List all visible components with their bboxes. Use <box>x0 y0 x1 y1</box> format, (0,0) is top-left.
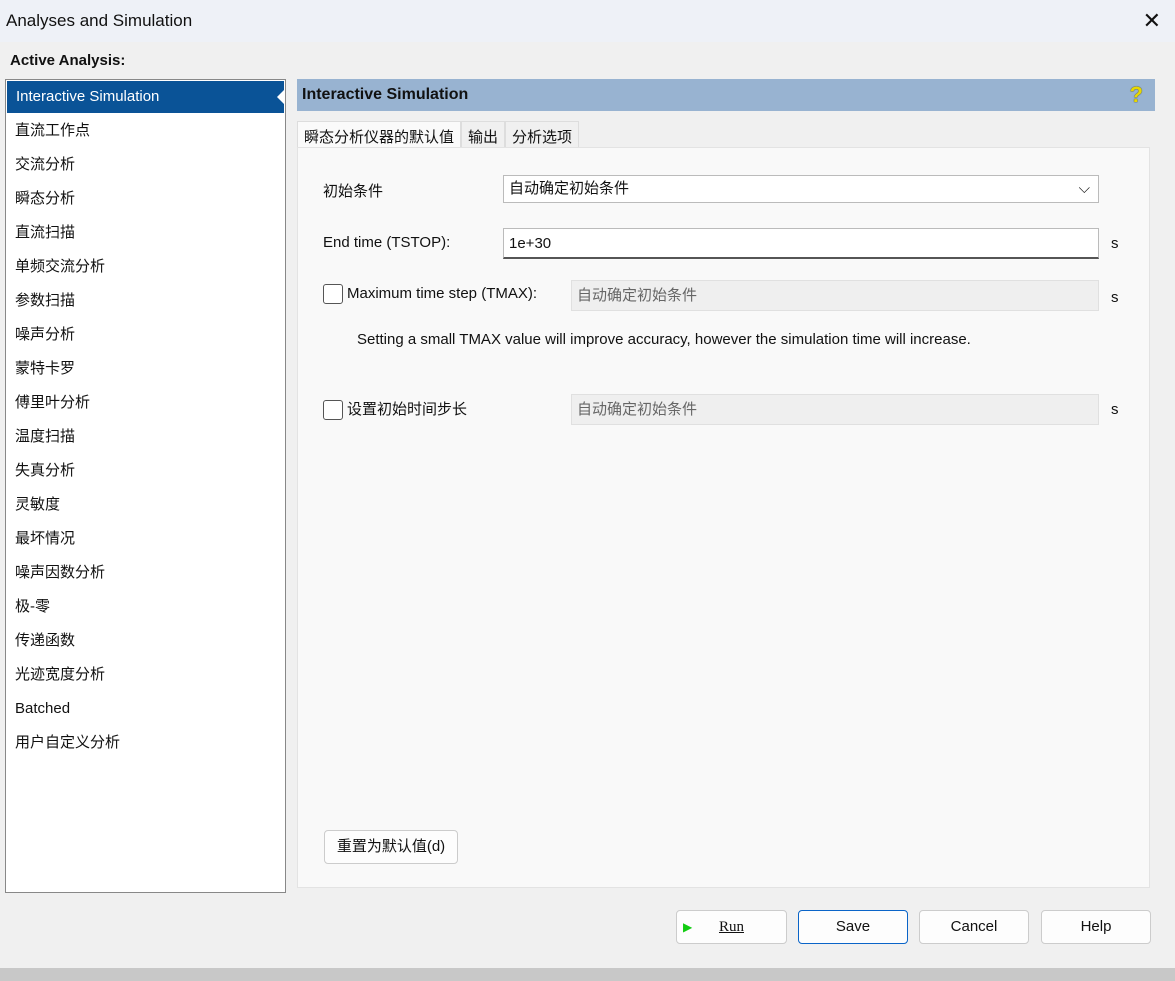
initial-step-checkbox[interactable] <box>323 400 343 421</box>
active-analysis-label: Active Analysis: <box>10 52 126 69</box>
panel-title: Interactive Simulation <box>302 86 469 103</box>
run-button[interactable]: ▶ Run <box>676 910 787 944</box>
tstop-input[interactable]: 1e+30 <box>503 228 1099 259</box>
help-button[interactable]: Help <box>1041 910 1151 944</box>
run-label: Run <box>718 919 744 935</box>
analysis-item[interactable]: 噪声分析 <box>6 318 285 352</box>
tmax-row: Maximum time step (TMAX): <box>323 284 537 304</box>
analysis-item[interactable]: 参数扫描 <box>6 284 285 318</box>
dialog: Analyses and Simulation ✕ Active Analysi… <box>0 0 1175 968</box>
tab-bar: 瞬态分析仪器的默认值 输出 分析选项 <box>297 121 580 149</box>
tab-panel: 初始条件 自动确定初始条件 ⌵ End time (TSTOP): 1e+30 s… <box>297 147 1150 888</box>
analysis-item[interactable]: 光迹宽度分析 <box>6 658 285 692</box>
initial-step-row: 设置初始时间步长 <box>323 398 468 421</box>
tmax-unit: s <box>1111 289 1119 306</box>
tab-analysis-options[interactable]: 分析选项 <box>505 121 580 148</box>
analysis-item[interactable]: 直流扫描 <box>6 216 285 250</box>
initial-step-label: 设置初始时间步长 <box>347 401 468 418</box>
tmax-note: Setting a small TMAX value will improve … <box>357 331 971 348</box>
analysis-item[interactable]: 失真分析 <box>6 454 285 488</box>
save-button[interactable]: Save <box>798 910 908 944</box>
tstop-label: End time (TSTOP): <box>323 234 451 251</box>
initial-step-unit: s <box>1111 401 1119 418</box>
initial-conditions-label: 初始条件 <box>323 183 384 200</box>
close-icon[interactable]: ✕ <box>1143 8 1161 34</box>
analysis-item[interactable]: Interactive Simulation <box>7 81 284 113</box>
tmax-input[interactable]: 自动确定初始条件 <box>571 280 1099 311</box>
analysis-list[interactable]: Interactive Simulation 直流工作点 交流分析 瞬态分析 直流扫描单… <box>5 79 286 893</box>
analysis-item[interactable]: 直流工作点 <box>6 114 285 148</box>
tmax-checkbox[interactable] <box>323 284 343 304</box>
analysis-item[interactable]: 最坏情况 <box>6 522 285 556</box>
analysis-item[interactable]: 用户自定义分析 <box>6 726 285 760</box>
analysis-item[interactable]: 瞬态分析 <box>6 182 285 216</box>
analysis-item[interactable]: 灵敏度 <box>6 488 285 522</box>
analysis-item[interactable]: Batched <box>6 692 285 726</box>
cancel-button[interactable]: Cancel <box>919 910 1029 944</box>
analysis-item[interactable]: 蒙特卡罗 <box>6 352 285 386</box>
title-bar: Analyses and Simulation <box>0 0 1175 42</box>
window-title: Analyses and Simulation <box>6 11 193 30</box>
analysis-item[interactable]: 傅里叶分析 <box>6 386 285 420</box>
reset-defaults-button[interactable]: 重置为默认值(d) <box>324 830 458 864</box>
tmax-label: Maximum time step (TMAX): <box>347 284 538 302</box>
tab-output[interactable]: 输出 <box>461 121 506 148</box>
analysis-item[interactable]: 噪声因数分析 <box>6 556 285 590</box>
initial-step-input[interactable]: 自动确定初始条件 <box>571 394 1099 425</box>
analysis-item[interactable]: 单频交流分析 <box>6 250 285 284</box>
initial-conditions-value: 自动确定初始条件 <box>509 180 630 197</box>
play-icon: ▶ <box>683 920 693 934</box>
tstop-unit: s <box>1111 235 1119 252</box>
chevron-down-icon: ⌵ <box>1078 180 1090 197</box>
analysis-item[interactable]: 极-零 <box>6 590 285 624</box>
tab-transient-defaults[interactable]: 瞬态分析仪器的默认值 <box>297 121 462 149</box>
analysis-item[interactable]: 传递函数 <box>6 624 285 658</box>
panel-header: Interactive Simulation? <box>297 79 1155 111</box>
analysis-item[interactable]: 温度扫描 <box>6 420 285 454</box>
initial-conditions-select[interactable]: 自动确定初始条件 ⌵ <box>503 175 1099 203</box>
analysis-item[interactable]: 交流分析 <box>6 148 285 182</box>
help-question-icon[interactable]: ? <box>1130 79 1143 111</box>
